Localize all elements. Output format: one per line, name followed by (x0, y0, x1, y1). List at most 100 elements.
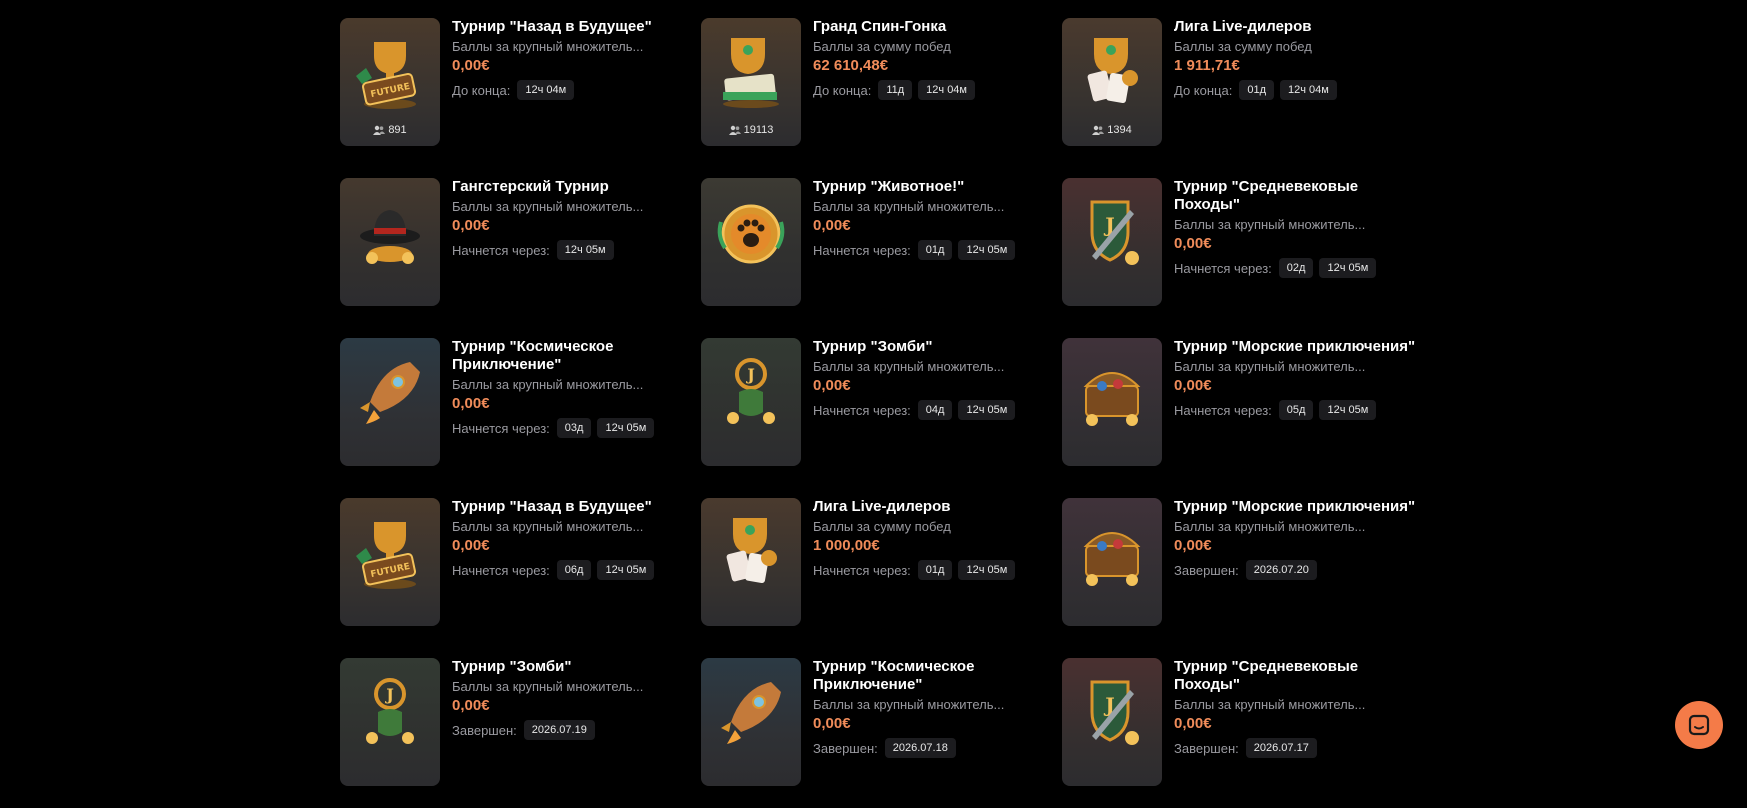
tournament-subtitle: Баллы за крупный множитель... (813, 697, 1005, 712)
time-chip: 03д (556, 418, 592, 438)
tournament-title[interactable]: Лига Live-дилеров (1174, 18, 1420, 36)
status-label: Начнется через: (813, 242, 911, 258)
tournament-thumbnail[interactable]: FUTURE 891 (340, 18, 440, 146)
tournament-subtitle: Баллы за крупный множитель... (1174, 697, 1366, 712)
time-chip: 2026.07.20 (1245, 560, 1317, 580)
tournament-card[interactable]: J Турнир "Зомби" Баллы за крупный множите… (701, 338, 1062, 466)
status-label: Начнется через: (1174, 260, 1272, 276)
tournament-card[interactable]: J Турнир "Средневековые Походы" Баллы за … (1062, 178, 1423, 306)
tournament-title[interactable]: Турнир "Зомби" (813, 338, 1059, 356)
tournament-thumbnail[interactable] (1062, 338, 1162, 466)
tournament-title[interactable]: Гранд Спин-Гонка (813, 18, 1059, 36)
tournament-info: Турнир "Назад в Будущее" Баллы за крупный… (452, 498, 698, 580)
tournament-card[interactable]: Турнир "Космическое Приключение" Баллы за… (340, 338, 701, 466)
tournament-card[interactable]: Гангстерский Турнир Баллы за крупный множ… (340, 178, 701, 306)
chat-button[interactable] (1675, 701, 1723, 749)
chat-icon (1688, 714, 1710, 736)
prize-amount: 62 610,48€ (813, 57, 889, 74)
prize-amount: 1 911,71€ (1174, 57, 1240, 74)
tournament-card[interactable]: FUTURE Турнир "Назад в Будущее" Баллы за … (340, 498, 701, 626)
tournament-thumbnail[interactable] (701, 658, 801, 786)
tournament-title[interactable]: Гангстерский Турнир (452, 178, 698, 196)
tournament-thumbnail[interactable] (1062, 498, 1162, 626)
tournament-info: Турнир "Животное!" Баллы за крупный множи… (813, 178, 1059, 260)
tournament-card[interactable]: 1394 Лига Live-дилеров Баллы за сумму побе… (1062, 18, 1423, 146)
tournament-title[interactable]: Турнир "Животное!" (813, 178, 1059, 196)
tournament-card[interactable]: Турнир "Морские приключения" Баллы за кру… (1062, 498, 1423, 626)
time-chip: 2026.07.18 (884, 738, 956, 758)
tournament-grid: FUTURE 891 Турнир "Назад в Будущее" Баллы … (340, 18, 1423, 808)
tournament-subtitle: Баллы за сумму побед (1174, 39, 1312, 54)
time-chip: 01д (1239, 80, 1274, 100)
status-label: Завершен: (1174, 740, 1239, 756)
status-label: Завершен: (452, 722, 517, 738)
tournament-title[interactable]: Турнир "Назад в Будущее" (452, 18, 698, 36)
status-row: Завершен: 2026.07.17 (1174, 738, 1420, 758)
zombie-hand-icon: J (366, 678, 414, 744)
tournament-info: Лига Live-дилеров Баллы за сумму побед 1 9… (1174, 18, 1420, 100)
tournament-thumbnail[interactable] (701, 178, 801, 306)
status-row: Начнется через: 06д 12ч 05м (452, 560, 698, 580)
tournament-title[interactable]: Лига Live-дилеров (813, 498, 1059, 516)
time-chip: 12ч 05м (1319, 400, 1377, 420)
tournament-card[interactable]: J Турнир "Зомби" Баллы за крупный множите… (340, 658, 701, 786)
tournament-card[interactable]: Турнир "Космическое Приключение" Баллы за… (701, 658, 1062, 786)
status-label: Начнется через: (813, 562, 911, 578)
tournament-card[interactable]: 19113 Гранд Спин-Гонка Баллы за сумму побе… (701, 18, 1062, 146)
future-trophy-icon: FUTURE (356, 42, 417, 109)
status-row: Завершен: 2026.07.18 (813, 738, 1059, 758)
time-chip: 02д (1278, 258, 1314, 278)
status-row: Завершен: 2026.07.19 (452, 720, 698, 740)
tournament-info: Турнир "Зомби" Баллы за крупный множитель… (813, 338, 1059, 420)
tournament-thumbnail[interactable]: J (701, 338, 801, 466)
tournament-thumbnail[interactable]: FUTURE (340, 498, 440, 626)
tournament-card[interactable]: Турнир "Животное!" Баллы за крупный множи… (701, 178, 1062, 306)
tournament-card[interactable]: Турнир "Морские приключения" Баллы за кру… (1062, 338, 1423, 466)
status-label: Начнется через: (452, 562, 550, 578)
prize-amount: 0,00€ (452, 217, 490, 234)
tournament-subtitle: Баллы за крупный множитель... (1174, 359, 1366, 374)
future-trophy-icon: FUTURE (356, 522, 417, 589)
trophy-cards-icon (726, 518, 777, 584)
tournament-thumbnail[interactable]: 19113 (701, 18, 801, 146)
tournament-title[interactable]: Турнир "Космическое Приключение" (452, 338, 698, 374)
treasure-chest-icon (1083, 532, 1141, 586)
tournament-subtitle: Баллы за сумму побед (813, 39, 951, 54)
prize-amount: 1 000,00€ (813, 537, 880, 554)
prize-amount: 0,00€ (1174, 715, 1212, 732)
tournament-thumbnail[interactable]: J (1062, 178, 1162, 306)
tournament-title[interactable]: Турнир "Космическое Приключение" (813, 658, 1059, 694)
status-row: Начнется через: 01д 12ч 05м (813, 240, 1059, 260)
gangster-hat-icon (360, 210, 420, 264)
tournament-title[interactable]: Турнир "Морские приключения" (1174, 498, 1420, 516)
status-label: Завершен: (1174, 562, 1239, 578)
tournament-title[interactable]: Турнир "Морские приключения" (1174, 338, 1420, 356)
tournament-info: Турнир "Зомби" Баллы за крупный множитель… (452, 658, 698, 740)
tournament-title[interactable]: Турнир "Средневековые Походы" (1174, 658, 1420, 694)
time-chip: 2026.07.17 (1245, 738, 1317, 758)
svg-text:J: J (745, 365, 755, 384)
tournament-subtitle: Баллы за крупный множитель... (1174, 217, 1366, 232)
tournament-thumbnail[interactable]: J (340, 658, 440, 786)
tournament-title[interactable]: Турнир "Зомби" (452, 658, 698, 676)
time-chip: 12ч 05м (958, 240, 1016, 260)
player-count-value: 19113 (743, 124, 774, 136)
treasure-chest-icon (1083, 372, 1141, 426)
tournament-card[interactable]: J Турнир "Средневековые Походы" Баллы за … (1062, 658, 1423, 786)
tournament-thumbnail[interactable]: 1394 (1062, 18, 1162, 146)
tournament-thumbnail[interactable]: J (1062, 658, 1162, 786)
tournament-title[interactable]: Турнир "Назад в Будущее" (452, 498, 698, 516)
time-chip: 11д (878, 80, 913, 100)
tournament-thumbnail[interactable] (340, 178, 440, 306)
rocket-icon (721, 682, 781, 744)
tournament-info: Турнир "Космическое Приключение" Баллы за… (813, 658, 1059, 758)
tournament-thumbnail[interactable] (701, 498, 801, 626)
tournament-card[interactable]: Лига Live-дилеров Баллы за сумму побед 1 0… (701, 498, 1062, 626)
tournament-card[interactable]: FUTURE 891 Турнир "Назад в Будущее" Баллы … (340, 18, 701, 146)
status-label: До конца: (1174, 82, 1233, 98)
prize-amount: 0,00€ (1174, 235, 1212, 252)
tournament-title[interactable]: Турнир "Средневековые Походы" (1174, 178, 1420, 214)
status-label: Начнется через: (813, 402, 911, 418)
time-chip: 12ч 05м (1319, 258, 1377, 278)
tournament-thumbnail[interactable] (340, 338, 440, 466)
